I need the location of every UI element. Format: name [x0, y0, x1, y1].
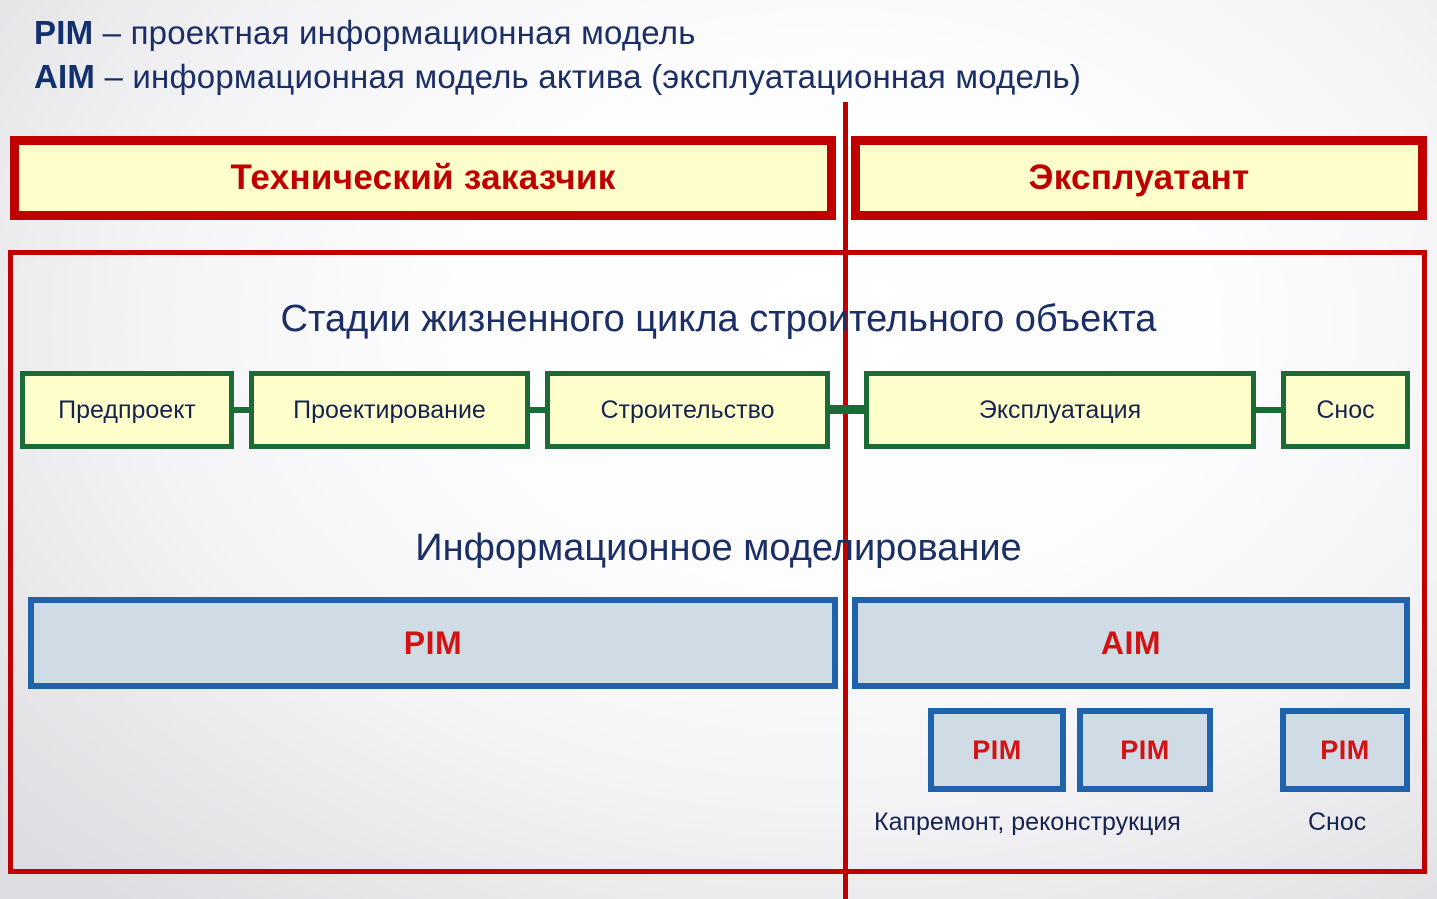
model-label-aim: AIM — [1100, 624, 1162, 661]
mini-model-box-pim-2: PIM — [1077, 708, 1213, 792]
model-box-aim: AIM — [852, 597, 1410, 689]
legend-line-pim: PIM – проектная информационная модель — [34, 14, 696, 52]
stage-label-predesign: Предпроект — [58, 395, 196, 424]
modeling-section-title: Информационное моделирование — [415, 527, 1022, 569]
model-label-pim: PIM — [403, 624, 463, 661]
mini-caption-demolition: Снос — [1308, 808, 1367, 836]
stage-box-demolition: Снос — [1281, 371, 1410, 449]
mini-caption-repair: Капремонт, реконструкция — [874, 808, 1181, 836]
legend-line-aim: AIM – информационная модель актива (эксп… — [34, 58, 1081, 96]
role-box-operator: Эксплуатант — [851, 136, 1427, 220]
mini-model-label-pim-3: PIM — [1320, 734, 1370, 765]
lifecycle-section-title: Стадии жизненного цикла строительного об… — [280, 298, 1157, 340]
model-box-pim: PIM — [28, 597, 838, 689]
stage-box-predesign: Предпроект — [20, 371, 234, 449]
stage-label-operation: Эксплуатация — [978, 395, 1142, 424]
stage-box-operation: Эксплуатация — [864, 371, 1256, 449]
role-label-technical-customer: Технический заказчик — [230, 158, 616, 197]
connector-construction-operation — [826, 405, 866, 414]
stage-label-design: Проектирование — [293, 395, 486, 424]
connector-operation-demolition — [1254, 407, 1283, 413]
mini-model-box-pim-1: PIM — [928, 708, 1066, 792]
slide-canvas: PIM – проектная информационная модель AI… — [0, 0, 1437, 899]
legend-text-aim: – информационная модель актива (эксплуат… — [95, 58, 1082, 95]
legend-text-pim: – проектная информационная модель — [93, 14, 696, 51]
legend-abbr-aim: AIM — [34, 58, 96, 95]
mini-model-label-pim-1: PIM — [972, 734, 1022, 765]
stage-label-demolition: Снос — [1316, 395, 1375, 424]
role-label-operator: Эксплуатант — [1028, 158, 1250, 197]
mini-model-label-pim-2: PIM — [1120, 734, 1170, 765]
mini-model-box-pim-3: PIM — [1280, 708, 1410, 792]
legend-abbr-pim: PIM — [34, 14, 94, 51]
stage-box-design: Проектирование — [249, 371, 530, 449]
stage-box-construction: Строительство — [545, 371, 830, 449]
role-box-technical-customer: Технический заказчик — [10, 136, 836, 220]
stage-label-construction: Строительство — [600, 395, 775, 424]
